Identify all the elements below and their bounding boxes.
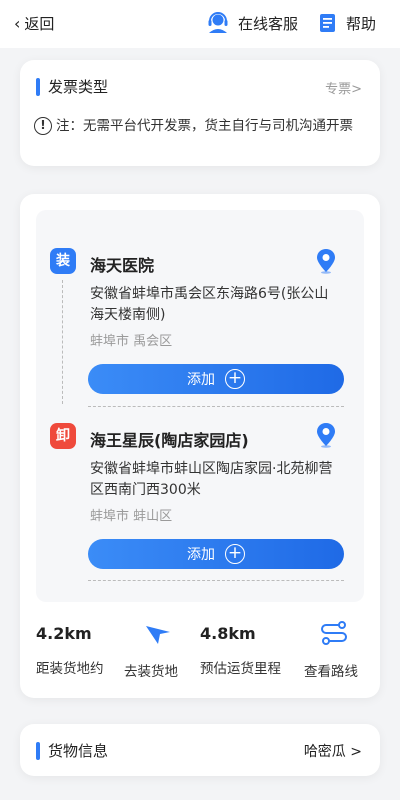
plus-icon: + [225,369,245,389]
unload-add-button[interactable]: 添加 + [88,539,344,569]
invoice-card: 发票类型 专票> ! 注：无需平台代开发票，货主自行与司机沟通开票 [20,60,380,166]
route-addresses: 装 海天医院 安徽省蚌埠市禹会区东海路6号(张公山海天楼南侧) 蚌埠市 禹会区 … [36,210,364,602]
view-route-label: 查看路线 [304,664,358,680]
load-add-button[interactable]: 添加 + [88,364,344,394]
divider [88,580,344,581]
load-address: 安徽省蚌埠市禹会区东海路6号(张公山海天楼南侧) [90,286,329,323]
navigation-arrow-icon [146,626,170,644]
back-label: 返回 [24,15,55,33]
route-card: 装 海天医院 安徽省蚌埠市禹会区东海路6号(张公山海天楼南侧) 蚌埠市 禹会区 … [20,194,380,698]
load-place-name: 海天医院 [90,256,155,275]
goods-title: 货物信息 [48,742,109,760]
navigate-label: 去装货地 [124,664,178,680]
section-accent-bar [36,741,40,760]
warning-icon: ! [34,117,52,135]
help-button[interactable]: 帮助 [318,12,376,34]
unload-place-name: 海王星辰(陶店家园店) [90,431,249,450]
goods-card[interactable]: 货物信息 哈密瓜 > [20,724,380,776]
unload-badge: 卸 [50,423,76,449]
top-bar: ‹ 返回 在线客服 帮助 [0,0,400,48]
route-connector-line [62,280,63,404]
route-icon [321,621,347,645]
online-service-label: 在线客服 [238,14,299,33]
view-route-button[interactable]: 查看路线 [304,620,364,680]
distance-label: 距装货地约 [36,661,104,677]
invoice-type-selector[interactable]: 专票> [325,78,362,97]
load-add-label: 添加 [187,372,215,388]
help-label: 帮助 [346,14,377,33]
online-service-button[interactable]: 在线客服 [206,12,298,34]
mileage-stat: 4.8km 预估运货里程 [200,624,281,677]
invoice-title: 发票类型 [48,78,109,96]
distance-stat: 4.2km 距装货地约 [36,624,104,677]
location-pin-icon[interactable] [316,422,336,448]
chevron-left-icon: ‹ [14,13,21,33]
goods-header: 货物信息 [36,740,108,761]
invoice-note-text: 注：无需平台代开发票，货主自行与司机沟通开票 [56,118,353,134]
unload-add-label: 添加 [187,547,215,563]
help-document-icon [320,14,335,32]
mileage-value: 4.8km [200,624,256,643]
back-button[interactable]: ‹ 返回 [14,13,54,34]
unload-city: 蚌埠市 蚌山区 [90,509,173,524]
unload-address: 安徽省蚌埠市蚌山区陶店家园·北苑柳营区西南门西300米 [90,461,333,498]
navigate-button[interactable]: 去装货地 [124,622,204,680]
distance-value: 4.2km [36,624,92,643]
mileage-label: 预估运货里程 [200,661,281,677]
divider [88,406,344,407]
section-accent-bar [36,77,40,96]
location-pin-icon[interactable] [316,248,336,274]
invoice-note: ! 注：无需平台代开发票，货主自行与司机沟通开票 [34,116,370,136]
load-city: 蚌埠市 禹会区 [90,334,173,349]
plus-icon: + [225,544,245,564]
invoice-header: 发票类型 [36,76,108,97]
headset-icon [208,12,228,33]
load-badge: 装 [50,248,76,274]
goods-value[interactable]: 哈密瓜 > [304,741,362,761]
